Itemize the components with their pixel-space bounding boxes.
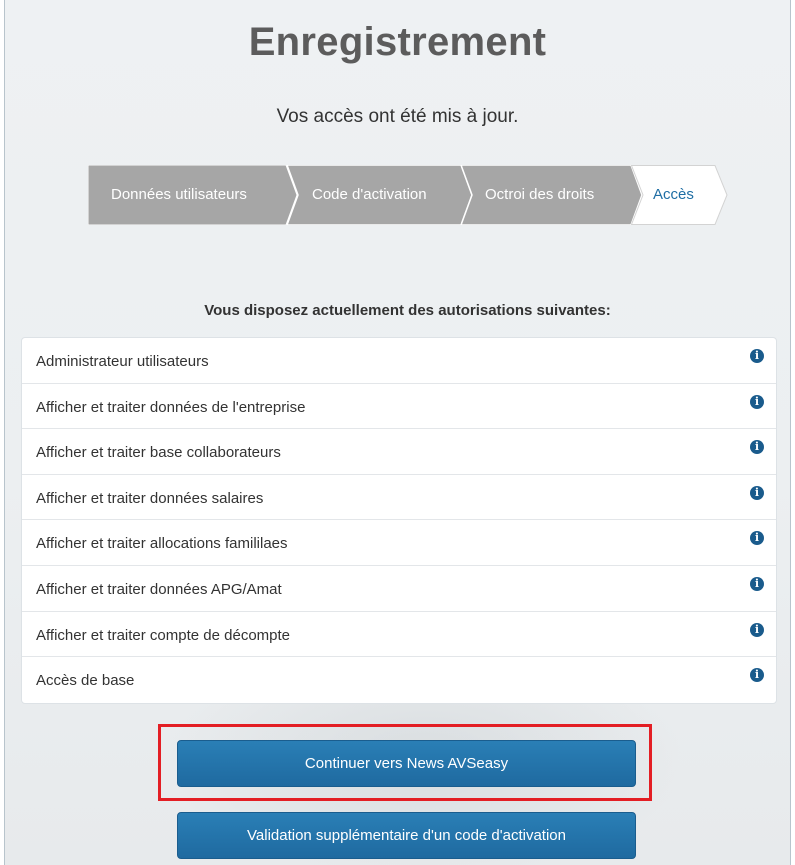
list-item: Afficher et traiter données de l'entrepr…	[22, 384, 776, 430]
list-item: Accès de base i	[22, 657, 776, 703]
list-item: Afficher et traiter compte de décompte i	[22, 612, 776, 658]
permission-label: Afficher et traiter données APG/Amat	[36, 580, 282, 598]
info-icon[interactable]: i	[750, 668, 764, 683]
list-item: Afficher et traiter allocations familila…	[22, 520, 776, 566]
info-icon[interactable]: i	[750, 531, 764, 546]
step-label: Octroi des droits	[485, 186, 595, 203]
permission-label: Afficher et traiter compte de décompte	[36, 626, 291, 644]
permissions-list: Administrateur utilisateurs i Afficher e…	[21, 337, 777, 704]
permission-label: Administrateur utilisateurs	[36, 353, 209, 370]
list-item: Administrateur utilisateurs i	[22, 338, 776, 384]
info-icon[interactable]: i	[750, 440, 764, 455]
permission-label: Afficher et traiter données de l'entrepr…	[36, 398, 306, 416]
page-title: Enregistrement	[248, 20, 547, 64]
permission-label: Afficher et traiter base collaborateurs	[36, 444, 281, 462]
permissions-heading: Vous disposez actuellement des autorisat…	[204, 302, 611, 319]
progress-steps: Données utilisateurs Code d'activation O…	[88, 165, 738, 225]
permission-label: Afficher et traiter allocations familila…	[36, 535, 288, 553]
info-icon[interactable]: i	[750, 349, 764, 363]
list-item: Afficher et traiter base collaborateurs …	[22, 429, 776, 475]
validate-activation-code-button[interactable]: Validation supplémentaire d'un code d'ac…	[177, 812, 636, 859]
permission-label: Accès de base	[36, 672, 135, 690]
list-item: Afficher et traiter données salaires i	[22, 475, 776, 521]
status-message: Vos accès ont été mis à jour.	[276, 106, 519, 127]
permission-label: Afficher et traiter données salaires	[36, 489, 264, 507]
list-item: Afficher et traiter données APG/Amat i	[22, 566, 776, 612]
continue-button[interactable]: Continuer vers News AVSeasy	[177, 740, 636, 787]
info-icon[interactable]: i	[750, 394, 764, 409]
step-label: Données utilisateurs	[111, 186, 247, 203]
info-icon[interactable]: i	[750, 576, 764, 591]
info-icon[interactable]: i	[750, 622, 764, 637]
info-icon[interactable]: i	[750, 485, 764, 500]
step-label: Code d'activation	[312, 186, 427, 203]
step-label: Accès	[653, 186, 694, 203]
registration-page: Enregistrement Vos accès ont été mis à j…	[0, 0, 795, 865]
